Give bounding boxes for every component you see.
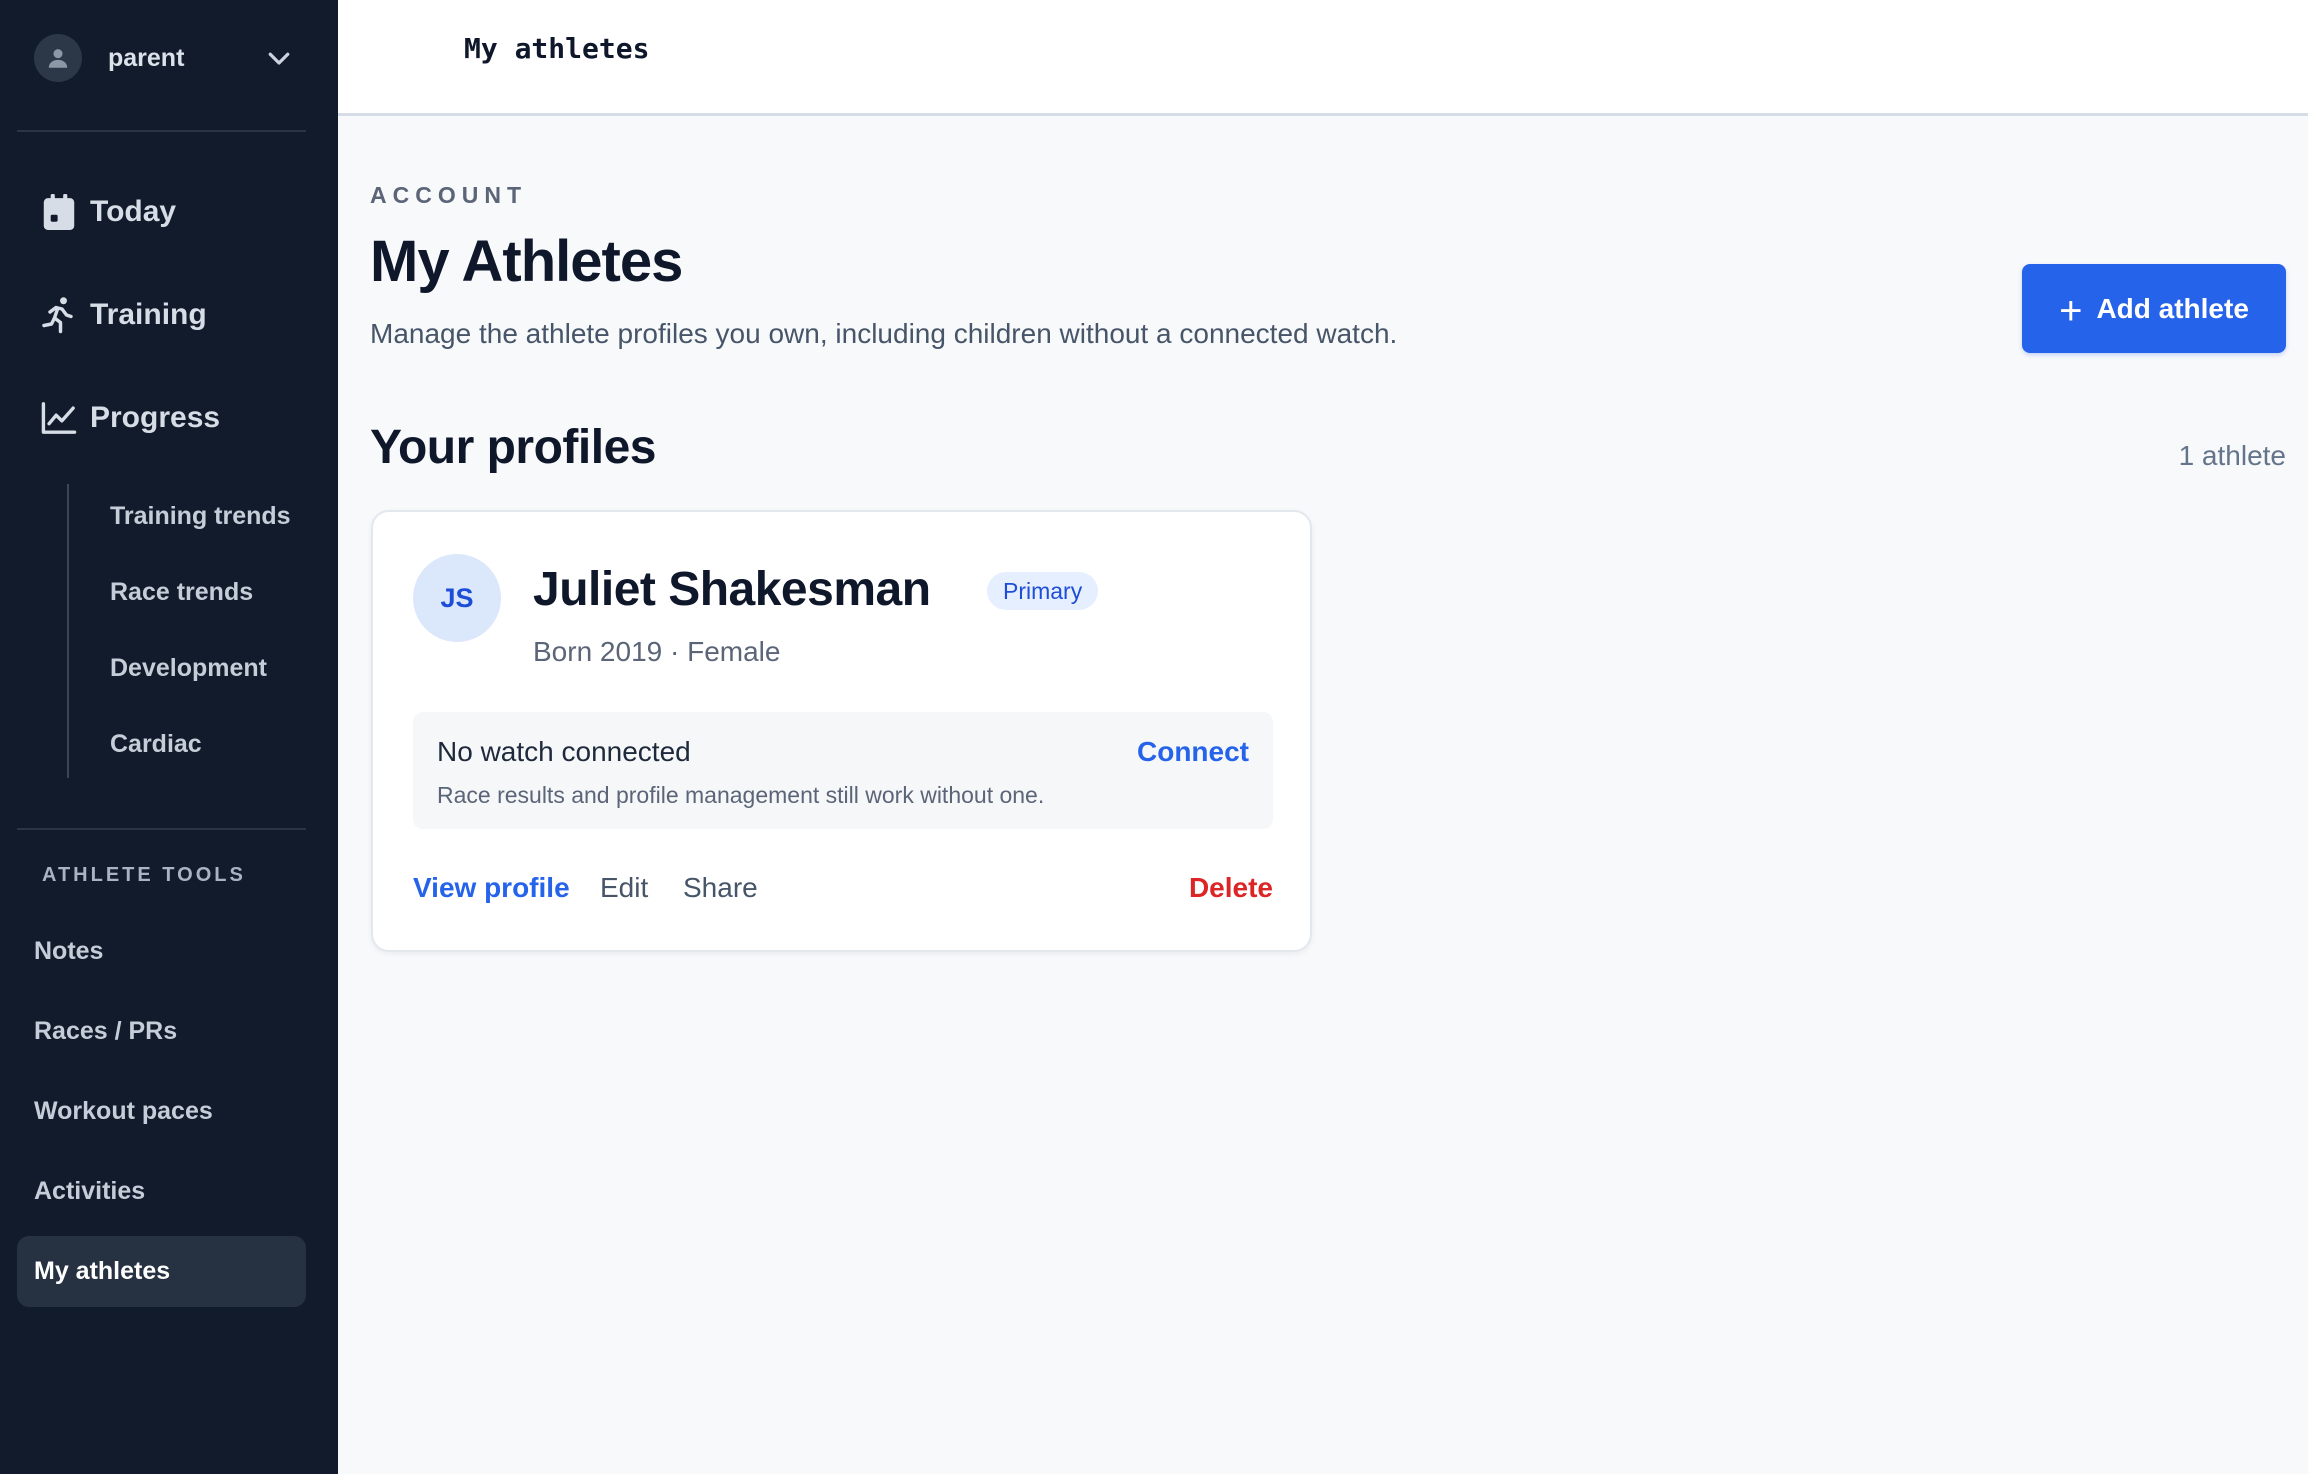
subnav-item-development[interactable]: Development	[110, 654, 267, 683]
watch-status-title: No watch connected	[437, 736, 691, 767]
nav-item-training[interactable]: Training	[40, 296, 207, 334]
athlete-avatar: JS	[413, 554, 501, 642]
nav-label: Progress	[90, 401, 221, 434]
subnav-rail	[67, 484, 69, 778]
sidebar: parent Today Training Progress Training …	[0, 0, 338, 1474]
athlete-card: JS Juliet Shakesman Primary Born 2019 · …	[371, 510, 1312, 952]
connect-watch-link[interactable]: Connect	[1137, 736, 1249, 768]
watch-status-subtitle: Race results and profile management stil…	[437, 782, 1045, 808]
main-content: My athletes ACCOUNT My Athletes Manage t…	[338, 0, 2308, 1474]
nav-item-today[interactable]: Today	[40, 193, 176, 231]
tool-item-workout-paces[interactable]: Workout paces	[34, 1097, 213, 1126]
athlete-meta: Born 2019 · Female	[533, 636, 781, 667]
share-link[interactable]: Share	[683, 872, 758, 904]
section-title: Your profiles	[370, 421, 656, 474]
chevron-down-icon[interactable]	[264, 43, 294, 73]
nav-label: Today	[90, 195, 177, 228]
subnav-item-cardiac[interactable]: Cardiac	[110, 730, 202, 759]
nav-label: Training	[90, 298, 207, 331]
primary-badge: Primary	[987, 572, 1099, 610]
athlete-count: 1 athlete	[2178, 440, 2286, 471]
card-actions: View profile Edit Share Delete	[413, 872, 1273, 912]
page-title: My Athletes	[370, 229, 683, 294]
add-athlete-button[interactable]: + Add athlete	[2022, 264, 2286, 353]
nav-item-progress[interactable]: Progress	[40, 399, 220, 437]
app-root: parent Today Training Progress Training …	[0, 0, 2308, 1474]
runner-icon	[40, 296, 78, 334]
topbar-title: My athletes	[464, 32, 650, 65]
user-name: parent	[108, 43, 185, 72]
topbar: My athletes	[338, 0, 2308, 116]
user-icon	[34, 34, 82, 82]
tool-item-my-athletes[interactable]: My athletes	[17, 1236, 306, 1307]
subnav-item-training-trends[interactable]: Training trends	[110, 502, 291, 531]
calendar-icon	[40, 193, 78, 231]
page-description: Manage the athlete profiles you own, inc…	[370, 318, 1398, 349]
user-menu[interactable]: parent	[34, 34, 296, 82]
view-profile-link[interactable]: View profile	[413, 872, 570, 904]
tools-heading: ATHLETE TOOLS	[42, 864, 246, 886]
delete-link[interactable]: Delete	[1189, 872, 1273, 904]
sidebar-divider	[17, 828, 306, 830]
tool-item-label: My athletes	[34, 1257, 171, 1285]
add-athlete-label: Add athlete	[2096, 292, 2249, 324]
edit-link[interactable]: Edit	[600, 872, 648, 904]
athlete-name: Juliet Shakesman	[533, 563, 931, 616]
tool-item-activities[interactable]: Activities	[34, 1177, 145, 1206]
sidebar-divider	[17, 130, 306, 132]
line-chart-icon	[40, 399, 78, 437]
watch-status-box: No watch connected Race results and prof…	[413, 712, 1273, 829]
tool-item-notes[interactable]: Notes	[34, 937, 103, 966]
subnav-item-race-trends[interactable]: Race trends	[110, 578, 253, 607]
page-eyebrow: ACCOUNT	[370, 182, 527, 208]
tool-item-races-prs[interactable]: Races / PRs	[34, 1017, 177, 1046]
plus-icon: +	[2059, 288, 2083, 333]
